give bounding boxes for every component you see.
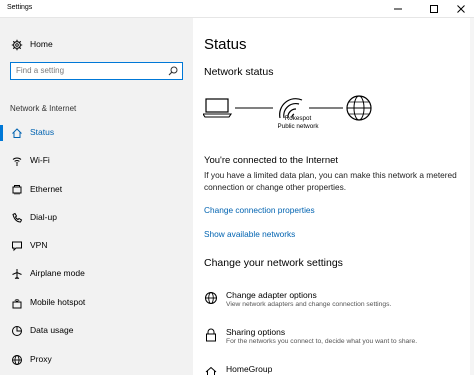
sidebar-home[interactable]: Home	[0, 36, 193, 54]
sidebar-item-label: Data usage	[30, 325, 74, 335]
connected-description: If you have a limited data plan, you can…	[204, 170, 457, 192]
window-title: Settings	[7, 4, 33, 11]
setting-description: For the networks you connect to, decide …	[226, 338, 418, 345]
sidebar-group-label: Network & Internet	[10, 104, 77, 113]
sidebar-item-airplane[interactable]: Airplane mode	[0, 265, 193, 283]
search-icon[interactable]	[168, 66, 178, 76]
sidebar-item-wifi[interactable]: Wi-Fi	[0, 152, 193, 170]
laptop-icon	[203, 98, 233, 118]
setting-title: Sharing options	[226, 327, 286, 337]
change-settings-heading: Change your network settings	[204, 257, 343, 269]
sidebar-item-label: Status	[30, 127, 55, 137]
connected-heading: You're connected to the Internet	[204, 155, 339, 166]
ethernet-icon	[10, 183, 24, 197]
sharing-options[interactable]: Sharing options For the networks you con…	[204, 327, 469, 355]
sidebar-item-dialup[interactable]: Dial-up	[0, 209, 193, 227]
globe-icon	[10, 353, 24, 367]
sidebar-item-proxy[interactable]: Proxy	[0, 351, 193, 369]
sidebar-item-ethernet[interactable]: Ethernet	[0, 181, 193, 199]
sidebar-item-status[interactable]: Status	[0, 124, 193, 142]
gear-icon	[10, 38, 24, 52]
scrollbar[interactable]	[470, 18, 474, 375]
minimize-button[interactable]	[385, 2, 411, 16]
close-icon	[457, 5, 465, 13]
page-title: Status	[204, 36, 247, 53]
change-connection-link[interactable]: Change connection properties	[204, 205, 315, 215]
globe-icon	[346, 95, 372, 121]
sidebar-item-label: Wi-Fi	[30, 155, 50, 165]
maximize-button[interactable]	[421, 2, 447, 16]
close-button[interactable]	[448, 2, 474, 16]
sidebar-item-label: Dial-up	[30, 212, 57, 222]
airplane-icon	[10, 267, 24, 281]
sidebar-item-label: Ethernet	[30, 184, 63, 194]
network-name: Rokespot	[284, 115, 312, 122]
sidebar-item-label: Mobile hotspot	[30, 297, 86, 307]
main-content: Status Network status Rokespot Public ne…	[193, 18, 474, 375]
setting-title: Change adapter options	[226, 290, 317, 300]
data-usage-icon	[10, 324, 24, 338]
homegroup-icon	[205, 366, 217, 375]
network-type: Public network	[277, 123, 319, 130]
sidebar-item-hotspot[interactable]: Mobile hotspot	[0, 294, 193, 312]
sidebar-item-label: Airplane mode	[30, 268, 85, 278]
sidebar-home-label: Home	[30, 39, 53, 49]
sidebar-item-vpn[interactable]: VPN	[0, 237, 193, 255]
active-indicator	[0, 125, 3, 141]
sidebar-item-label: VPN	[30, 240, 48, 250]
search-input[interactable]: Find a setting	[10, 62, 183, 80]
network-status-heading: Network status	[204, 66, 274, 78]
sidebar: Home Find a setting Network & Internet S…	[0, 18, 193, 375]
wifi-icon	[10, 154, 24, 168]
show-networks-link[interactable]: Show available networks	[204, 229, 295, 239]
sidebar-item-data-usage[interactable]: Data usage	[0, 322, 193, 340]
homegroup-option[interactable]: HomeGroup	[204, 364, 469, 375]
search-placeholder: Find a setting	[16, 66, 65, 75]
adapter-globe-icon	[205, 292, 217, 304]
sharing-icon	[206, 328, 216, 342]
setting-title: HomeGroup	[226, 364, 273, 374]
title-bar: Settings	[0, 0, 474, 18]
minimize-icon	[394, 8, 402, 10]
phone-icon	[10, 211, 24, 225]
sidebar-item-label: Proxy	[30, 354, 52, 364]
maximize-icon	[430, 5, 438, 13]
change-adapter-option[interactable]: Change adapter options View network adap…	[204, 290, 469, 318]
vpn-icon	[10, 239, 24, 253]
home-icon	[10, 126, 24, 140]
setting-description: View network adapters and change connect…	[226, 301, 392, 308]
hotspot-icon	[10, 296, 24, 310]
